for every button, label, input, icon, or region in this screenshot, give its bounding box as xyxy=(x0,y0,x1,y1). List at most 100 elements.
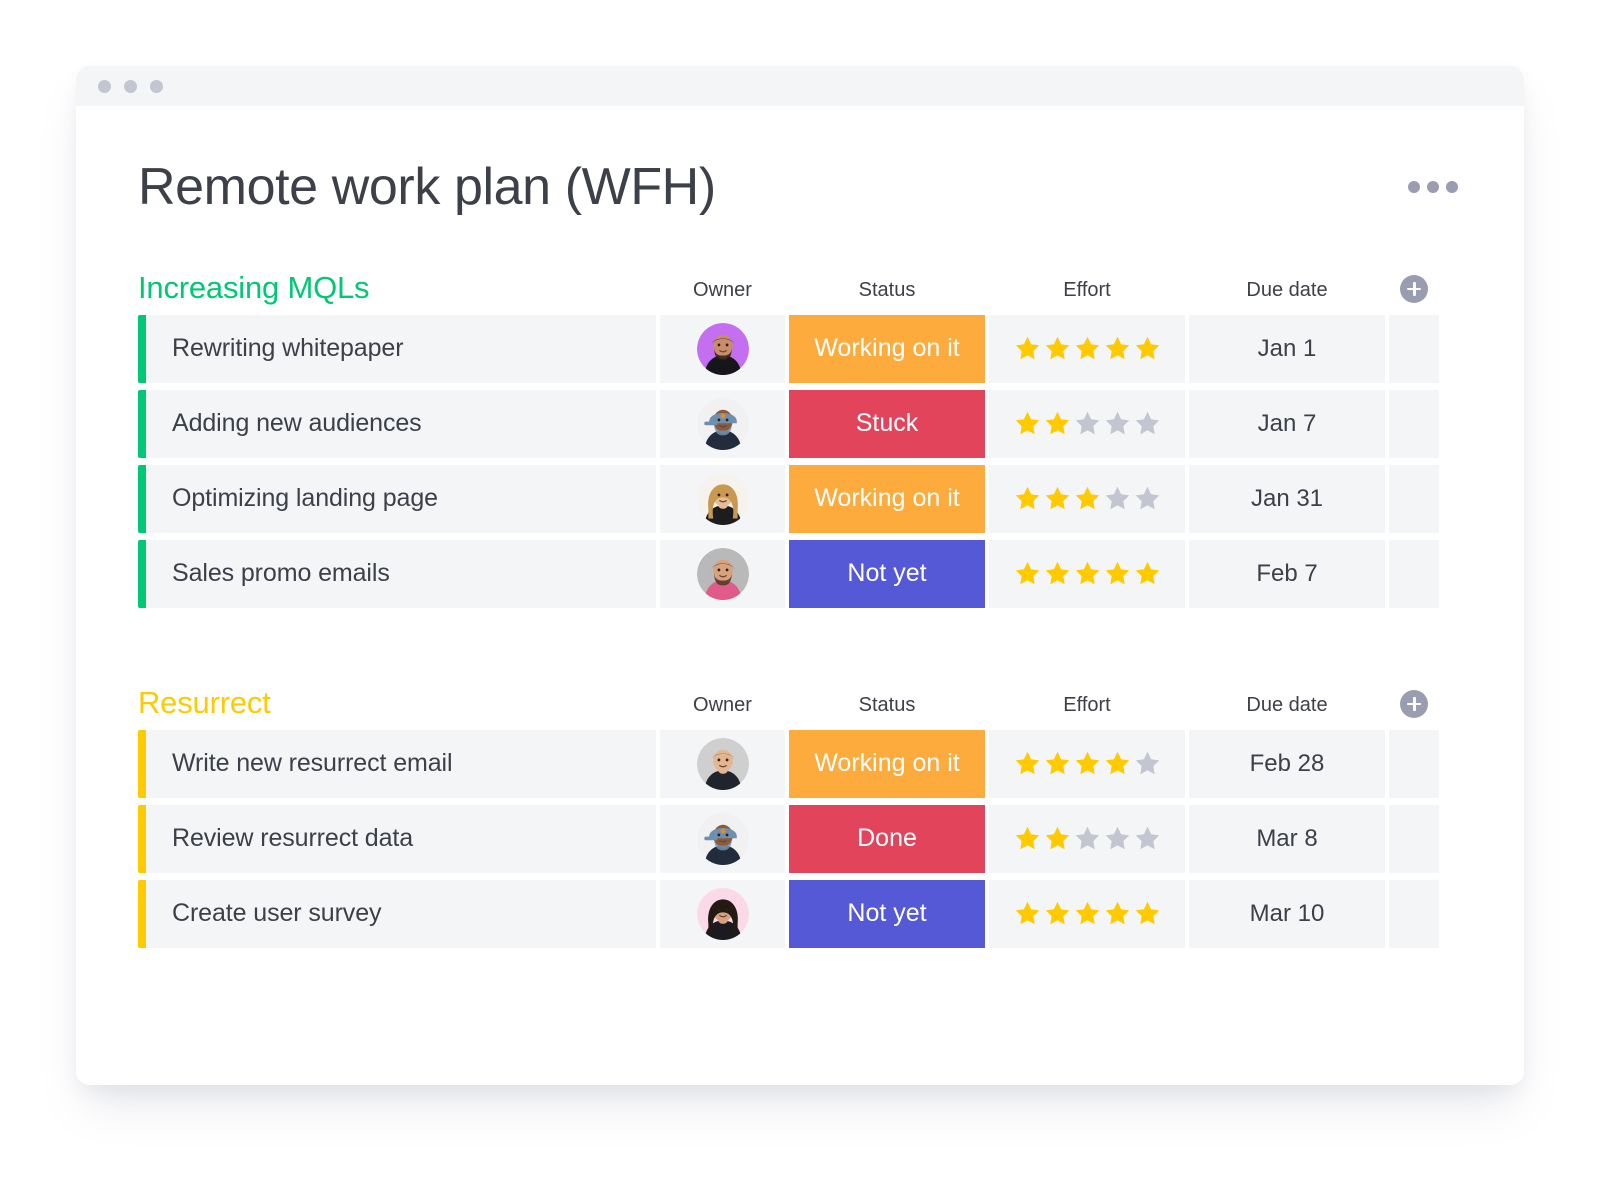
star-filled-icon[interactable] xyxy=(1014,560,1041,587)
row-extra-cell[interactable] xyxy=(1389,540,1439,608)
star-filled-icon[interactable] xyxy=(1074,485,1101,512)
star-filled-icon[interactable] xyxy=(1074,900,1101,927)
avatar-man-cap[interactable] xyxy=(697,813,749,865)
star-filled-icon[interactable] xyxy=(1074,750,1101,777)
row-extra-cell[interactable] xyxy=(1389,730,1439,798)
star-filled-icon[interactable] xyxy=(1134,560,1161,587)
row-effort-cell[interactable] xyxy=(989,730,1185,798)
row-status-badge[interactable]: Working on it xyxy=(789,315,985,383)
star-filled-icon[interactable] xyxy=(1044,410,1071,437)
row-owner-cell[interactable] xyxy=(660,880,785,948)
row-status-badge[interactable]: Not yet xyxy=(789,880,985,948)
group-title[interactable]: Resurrect xyxy=(138,687,656,720)
row-status-badge[interactable]: Stuck xyxy=(789,390,985,458)
kebab-menu-icon[interactable] xyxy=(1404,171,1462,203)
table-row[interactable]: Optimizing landing page Working on it Ja… xyxy=(138,465,1462,533)
table-row[interactable]: Sales promo emails Not yet Feb 7 xyxy=(138,540,1462,608)
star-filled-icon[interactable] xyxy=(1014,485,1041,512)
row-effort-cell[interactable] xyxy=(989,390,1185,458)
column-header-effort[interactable]: Effort xyxy=(989,695,1185,720)
star-filled-icon[interactable] xyxy=(1044,335,1071,362)
star-filled-icon[interactable] xyxy=(1044,900,1071,927)
row-extra-cell[interactable] xyxy=(1389,805,1439,873)
star-empty-icon[interactable] xyxy=(1104,410,1131,437)
row-due-date[interactable]: Mar 8 xyxy=(1189,805,1385,873)
effort-stars[interactable] xyxy=(1014,825,1161,852)
add-column-icon[interactable] xyxy=(1400,275,1428,303)
star-empty-icon[interactable] xyxy=(1134,750,1161,777)
add-column-icon[interactable] xyxy=(1400,690,1428,718)
row-effort-cell[interactable] xyxy=(989,805,1185,873)
row-extra-cell[interactable] xyxy=(1389,315,1439,383)
star-filled-icon[interactable] xyxy=(1104,560,1131,587)
row-status-badge[interactable]: Done xyxy=(789,805,985,873)
row-status-badge[interactable]: Working on it xyxy=(789,465,985,533)
row-task-name[interactable]: Write new resurrect email xyxy=(146,730,656,798)
row-effort-cell[interactable] xyxy=(989,540,1185,608)
effort-stars[interactable] xyxy=(1014,750,1161,777)
row-task-name[interactable]: Create user survey xyxy=(146,880,656,948)
effort-stars[interactable] xyxy=(1014,485,1161,512)
row-owner-cell[interactable] xyxy=(660,315,785,383)
row-due-date[interactable]: Jan 1 xyxy=(1189,315,1385,383)
effort-stars[interactable] xyxy=(1014,560,1161,587)
effort-stars[interactable] xyxy=(1014,900,1161,927)
star-filled-icon[interactable] xyxy=(1134,335,1161,362)
column-header-effort[interactable]: Effort xyxy=(989,280,1185,305)
table-row[interactable]: Rewriting whitepaper Working on it Jan 1 xyxy=(138,315,1462,383)
column-header-due-date[interactable]: Due date xyxy=(1189,280,1385,305)
avatar-man-cap[interactable] xyxy=(697,398,749,450)
column-header-status[interactable]: Status xyxy=(789,695,985,720)
star-filled-icon[interactable] xyxy=(1044,560,1071,587)
window-minimize-dot[interactable] xyxy=(124,80,137,93)
table-row[interactable]: Adding new audiences Stuck Jan 7 xyxy=(138,390,1462,458)
star-filled-icon[interactable] xyxy=(1014,825,1041,852)
column-header-owner[interactable]: Owner xyxy=(660,280,785,305)
avatar-man-beard[interactable] xyxy=(697,548,749,600)
avatar-man-purple[interactable] xyxy=(697,323,749,375)
star-filled-icon[interactable] xyxy=(1014,900,1041,927)
row-due-date[interactable]: Mar 10 xyxy=(1189,880,1385,948)
star-filled-icon[interactable] xyxy=(1074,335,1101,362)
star-empty-icon[interactable] xyxy=(1134,410,1161,437)
star-empty-icon[interactable] xyxy=(1134,825,1161,852)
row-extra-cell[interactable] xyxy=(1389,465,1439,533)
star-filled-icon[interactable] xyxy=(1014,335,1041,362)
row-status-badge[interactable]: Not yet xyxy=(789,540,985,608)
star-filled-icon[interactable] xyxy=(1104,900,1131,927)
avatar-woman-dark[interactable] xyxy=(697,888,749,940)
star-filled-icon[interactable] xyxy=(1134,900,1161,927)
avatar-man-blond[interactable] xyxy=(697,738,749,790)
table-row[interactable]: Review resurrect data Done Mar 8 xyxy=(138,805,1462,873)
row-owner-cell[interactable] xyxy=(660,730,785,798)
column-header-status[interactable]: Status xyxy=(789,280,985,305)
row-effort-cell[interactable] xyxy=(989,880,1185,948)
star-filled-icon[interactable] xyxy=(1044,485,1071,512)
window-close-dot[interactable] xyxy=(98,80,111,93)
star-filled-icon[interactable] xyxy=(1104,750,1131,777)
star-empty-icon[interactable] xyxy=(1104,825,1131,852)
star-empty-icon[interactable] xyxy=(1074,410,1101,437)
row-extra-cell[interactable] xyxy=(1389,880,1439,948)
row-due-date[interactable]: Jan 31 xyxy=(1189,465,1385,533)
star-empty-icon[interactable] xyxy=(1104,485,1131,512)
row-task-name[interactable]: Rewriting whitepaper xyxy=(146,315,656,383)
row-owner-cell[interactable] xyxy=(660,540,785,608)
window-maximize-dot[interactable] xyxy=(150,80,163,93)
star-filled-icon[interactable] xyxy=(1044,825,1071,852)
star-filled-icon[interactable] xyxy=(1044,750,1071,777)
table-row[interactable]: Write new resurrect email Working on it … xyxy=(138,730,1462,798)
column-header-due-date[interactable]: Due date xyxy=(1189,695,1385,720)
star-filled-icon[interactable] xyxy=(1014,750,1041,777)
star-filled-icon[interactable] xyxy=(1014,410,1041,437)
row-due-date[interactable]: Jan 7 xyxy=(1189,390,1385,458)
row-effort-cell[interactable] xyxy=(989,465,1185,533)
row-owner-cell[interactable] xyxy=(660,805,785,873)
row-effort-cell[interactable] xyxy=(989,315,1185,383)
star-empty-icon[interactable] xyxy=(1134,485,1161,512)
row-task-name[interactable]: Review resurrect data xyxy=(146,805,656,873)
row-due-date[interactable]: Feb 7 xyxy=(1189,540,1385,608)
column-header-owner[interactable]: Owner xyxy=(660,695,785,720)
effort-stars[interactable] xyxy=(1014,335,1161,362)
row-task-name[interactable]: Optimizing landing page xyxy=(146,465,656,533)
